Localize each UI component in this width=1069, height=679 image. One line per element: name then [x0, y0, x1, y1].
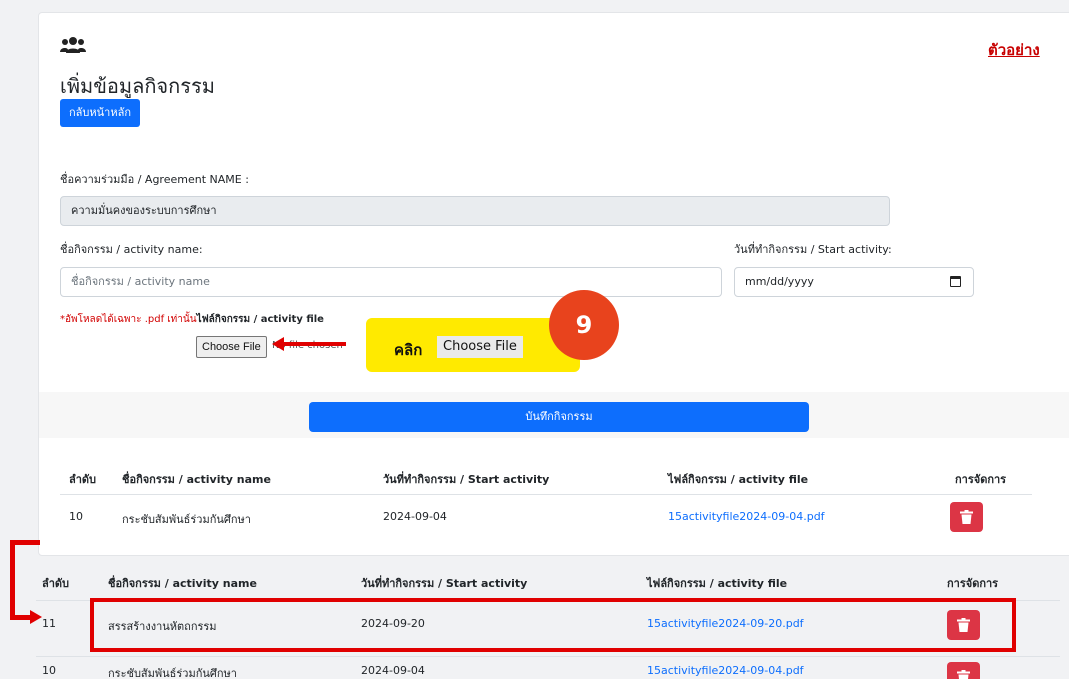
- upload-note: *อัพโหลดได้เฉพาะ .pdf เท่านั้นไฟล์กิจกรร…: [60, 312, 324, 327]
- upload-restriction: *อัพโหลดได้เฉพาะ .pdf เท่านั้น: [60, 314, 197, 325]
- example-link[interactable]: ตัวอย่าง: [988, 38, 1040, 62]
- row-file-link[interactable]: 15activityfile2024-09-04.pdf: [647, 664, 804, 677]
- activity-name-label: ชื่อกิจกรรม / activity name:: [60, 243, 203, 256]
- callout-click-text: คลิก: [394, 341, 423, 359]
- col-header-actions: การจัดการ: [955, 473, 1007, 486]
- step-badge: 9: [549, 290, 619, 360]
- highlight-box: [90, 598, 1016, 652]
- calendar-icon[interactable]: [950, 276, 961, 287]
- annotation-bracket: [10, 540, 15, 619]
- col-header-file: ไฟล์กิจกรรม / activity file: [668, 473, 809, 486]
- callout-choose-file: Choose File: [437, 336, 523, 358]
- row-activity-name: กระชับสัมพันธ์ร่วมกันศึกษา: [108, 667, 237, 679]
- col-header-date: วันที่ทำกิจกรรม / Start activity: [383, 473, 550, 486]
- screenshot-stage: เพิ่มข้อมูลกิจกรรม ตัวอย่าง กลับหน้าหลัก…: [0, 0, 1069, 679]
- home-button[interactable]: กลับหน้าหลัก: [60, 99, 140, 127]
- row-index: 11: [42, 617, 56, 630]
- trash-icon: [960, 510, 973, 524]
- trash-icon: [957, 670, 970, 679]
- choose-file-button[interactable]: Choose File: [196, 336, 267, 358]
- agreement-label: ชื่อความร่วมมือ / Agreement NAME :: [60, 173, 249, 186]
- annotation-arrow-head: [30, 610, 42, 624]
- table-divider: [36, 656, 1060, 657]
- users-icon: [60, 37, 86, 53]
- col-header-actions: การจัดการ: [947, 577, 999, 590]
- row-activity-date: 2024-09-04: [361, 664, 425, 677]
- annotation-arrow-shaft: [282, 342, 346, 346]
- date-placeholder: mm/dd/yyyy: [745, 275, 814, 288]
- row-activity-name: กระชับสัมพันธ์ร่วมกันศึกษา: [122, 513, 251, 526]
- row-activity-date: 2024-09-04: [383, 510, 447, 523]
- col-header-date: วันที่ทำกิจกรรม / Start activity: [361, 577, 528, 590]
- save-activity-button[interactable]: บันทึกกิจกรรม: [309, 402, 809, 432]
- row-index: 10: [42, 664, 56, 677]
- delete-button[interactable]: [950, 502, 983, 532]
- row-file-link[interactable]: 15activityfile2024-09-04.pdf: [668, 510, 825, 523]
- start-date-input[interactable]: mm/dd/yyyy: [734, 267, 974, 297]
- start-activity-label: วันที่ทำกิจกรรม / Start activity:: [734, 243, 892, 256]
- annotation-bracket-top: [10, 540, 40, 545]
- col-header-name: ชื่อกิจกรรม / activity name: [108, 577, 257, 590]
- agreement-field: ความมั่นคงของระบบการศึกษา: [60, 196, 890, 226]
- delete-button[interactable]: [947, 662, 980, 679]
- col-header-index: ลำดับ: [69, 473, 97, 486]
- annotation-arrow-head: [272, 337, 284, 351]
- row-index: 10: [69, 510, 83, 523]
- col-header-file: ไฟล์กิจกรรม / activity file: [647, 577, 788, 590]
- annotation-bracket-bottom: [10, 615, 32, 620]
- page-title: เพิ่มข้อมูลกิจกรรม: [60, 74, 215, 98]
- table-divider: [60, 494, 1032, 495]
- activity-file-label: ไฟล์กิจกรรม / activity file: [196, 314, 324, 325]
- col-header-name: ชื่อกิจกรรม / activity name: [122, 473, 271, 486]
- activity-name-input[interactable]: ชื่อกิจกรรม / activity name: [60, 267, 722, 297]
- col-header-index: ลำดับ: [42, 577, 70, 590]
